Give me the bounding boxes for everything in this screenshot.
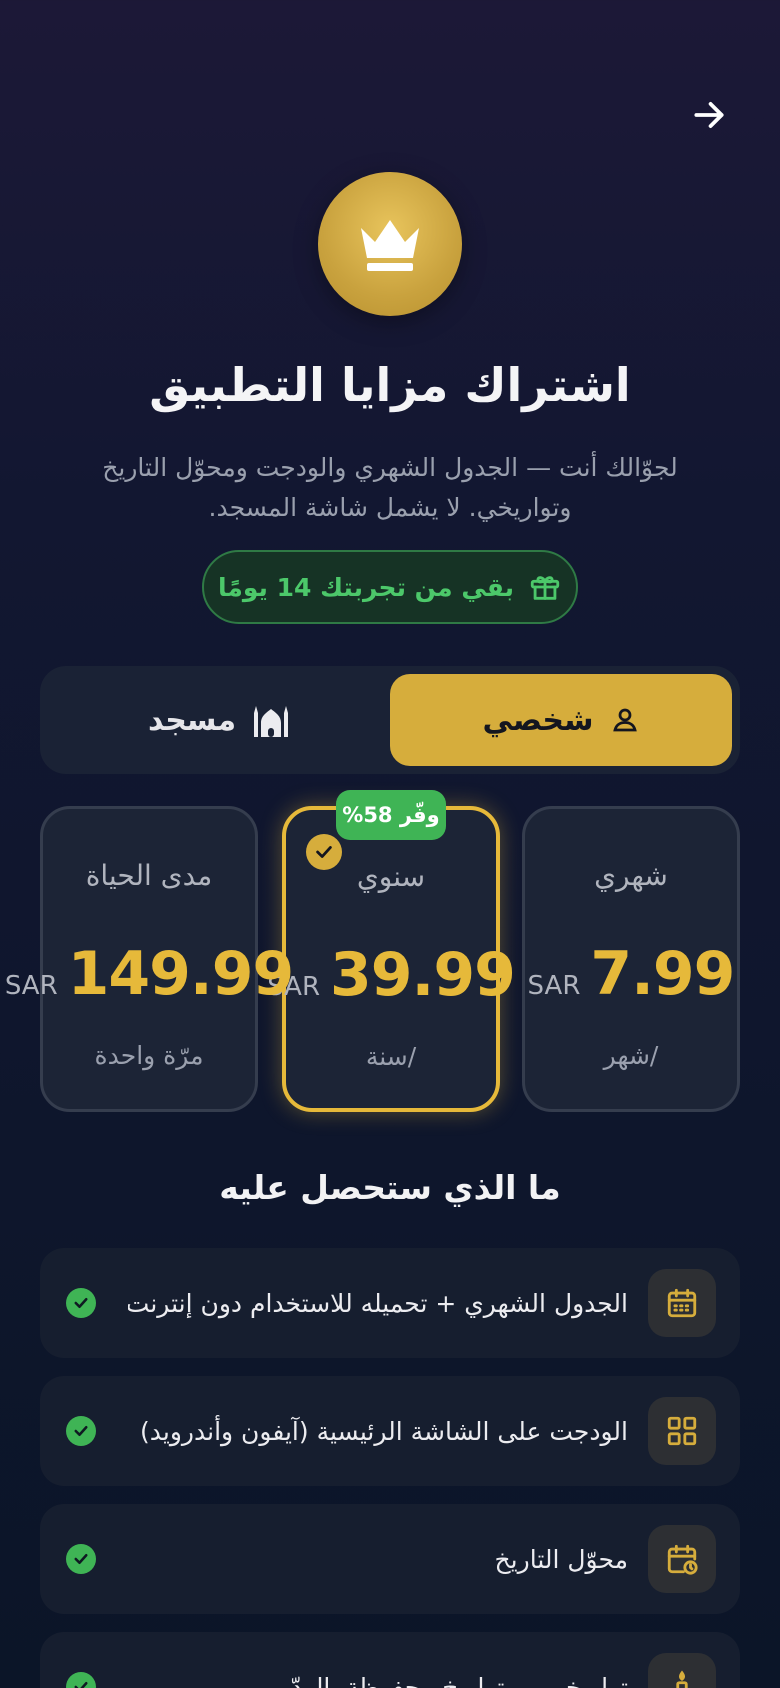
mosque-icon (254, 706, 289, 737)
selected-check-badge (306, 834, 342, 870)
tab-mosque[interactable]: مسجد (48, 674, 390, 766)
feature-icon-box (648, 1525, 716, 1593)
feature-item: تواريخي — تواريخ محفوظة بالردّ (40, 1632, 740, 1688)
feature-icon-box (648, 1269, 716, 1337)
back-button[interactable] (688, 94, 730, 136)
tab-personal-label: شخصي (482, 702, 594, 738)
calendar-grid-icon (667, 1288, 697, 1318)
calendar-convert-icon (667, 1544, 698, 1575)
feature-item: الودجت على الشاشة الرئيسية (آيفون وأندرو… (40, 1376, 740, 1486)
feature-check (66, 1416, 96, 1446)
user-icon (612, 708, 637, 732)
feature-check (66, 1672, 96, 1688)
plan-amount: 7.99 (590, 939, 735, 1009)
plan-currency: SAR (4, 971, 58, 1001)
check-icon (74, 1681, 88, 1688)
check-icon (316, 846, 332, 858)
plan-type-switch: شخصي مسجد (40, 666, 740, 774)
plan-name: مدى الحياة (85, 859, 213, 892)
feature-label: تواريخي — تواريخ محفوظة بالردّ (290, 1672, 628, 1688)
tab-personal[interactable]: شخصي (390, 674, 732, 766)
feature-label: محوّل التاريخ (494, 1544, 628, 1574)
gift-icon (530, 576, 560, 600)
check-icon (74, 1297, 88, 1309)
plan-card-monthly[interactable]: شهري SAR 7.99 /شهر (522, 806, 740, 1112)
feature-icon-box (648, 1653, 716, 1688)
feature-item: الجدول الشهري + تحميله للاستخدام دون إنت… (40, 1248, 740, 1358)
page-subtitle: لجوّالك أنت — الجدول الشهري والودجت ومحو… (102, 453, 678, 522)
plan-price: SAR 7.99 (513, 939, 749, 1009)
feature-item: محوّل التاريخ (40, 1504, 740, 1614)
widgets-grid-icon (667, 1416, 697, 1446)
plan-period: /شهر (603, 1041, 659, 1070)
feature-label: الودجت على الشاشة الرئيسية (آيفون وأندرو… (140, 1416, 628, 1446)
feature-check (66, 1544, 96, 1574)
plan-period: مرّة واحدة (94, 1041, 204, 1070)
plan-amount: 149.99 (67, 939, 295, 1009)
feature-check (66, 1288, 96, 1318)
trial-status-badge: بقي من تجربتك 14 يومًا (202, 550, 578, 624)
plan-name: شهري (594, 859, 668, 892)
plan-currency: SAR (527, 971, 581, 1001)
features-title: ما الذي ستحصل عليه (219, 1168, 561, 1207)
savings-badge: وفّر 58% (336, 790, 446, 840)
trial-label: بقي من تجربتك 14 يومًا (217, 572, 515, 602)
crown-icon (361, 220, 419, 271)
crown-badge (318, 172, 462, 316)
check-icon (74, 1425, 88, 1437)
tab-mosque-label: مسجد (147, 702, 237, 738)
plan-amount: 39.99 (330, 940, 516, 1010)
candle-icon (676, 1670, 688, 1688)
feature-label: الجدول الشهري + تحميله للاستخدام دون إنت… (128, 1288, 628, 1318)
plan-card-lifetime[interactable]: مدى الحياة SAR 149.99 مرّة واحدة (5, 806, 294, 1112)
plan-period: /سنة (365, 1042, 417, 1071)
plan-price: SAR 149.99 (5, 939, 294, 1009)
page-title: اشتراك مزايا التطبيق (149, 358, 631, 412)
arrow-right-icon (694, 102, 724, 128)
plan-price: SAR 39.99 (267, 940, 516, 1010)
check-icon (74, 1553, 88, 1565)
feature-icon-box (648, 1397, 716, 1465)
